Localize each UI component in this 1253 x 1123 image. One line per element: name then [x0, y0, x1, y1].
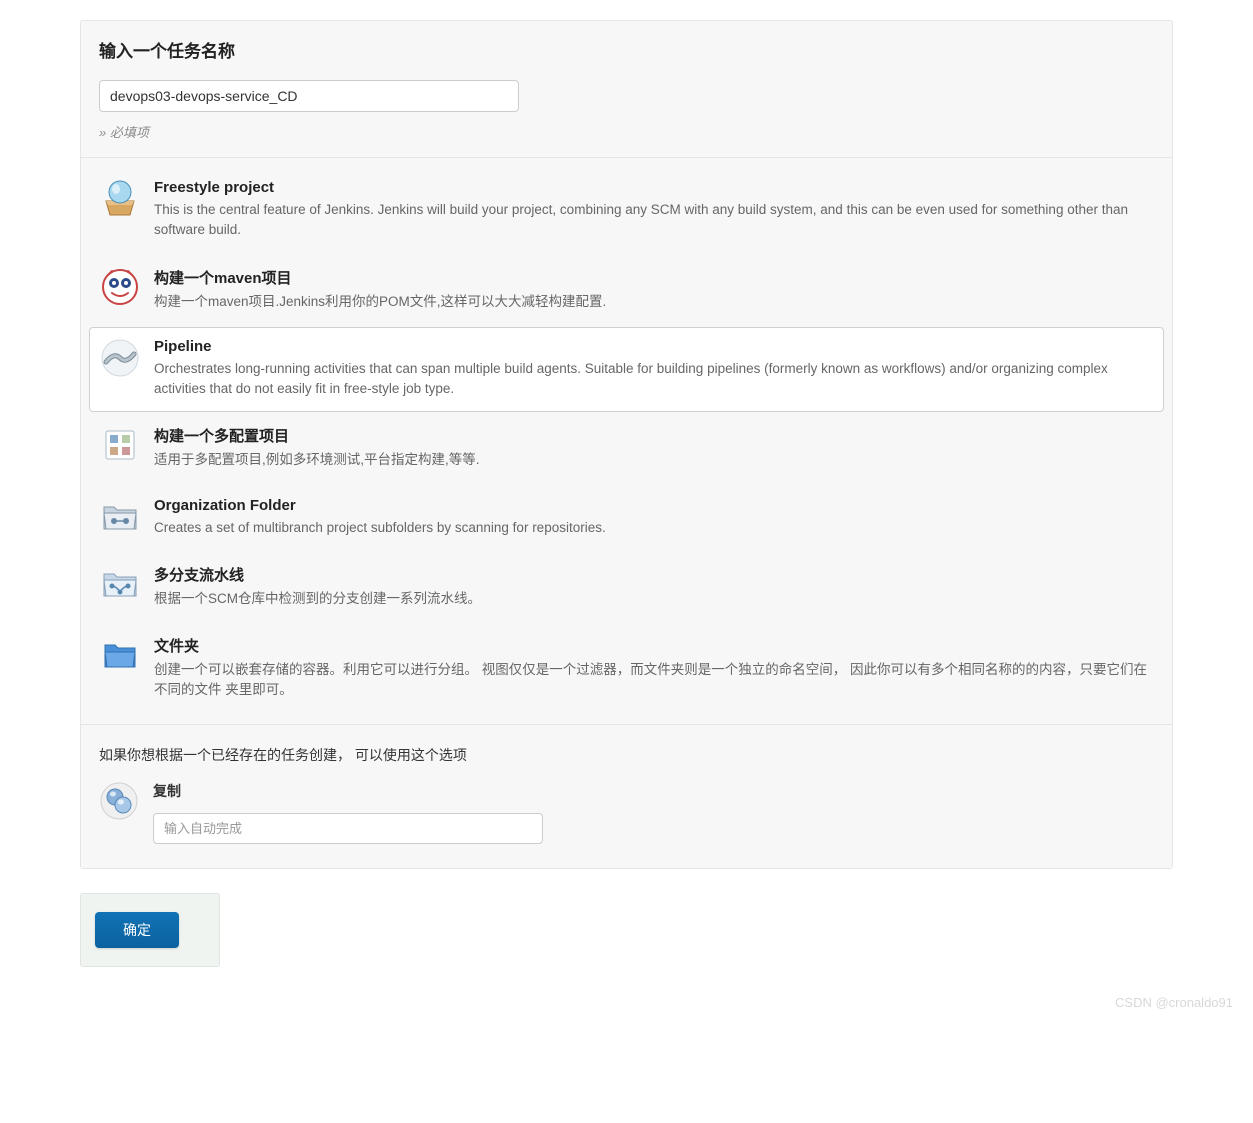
item-type-orgfolder[interactable]: Organization Folder Creates a set of mul…	[89, 486, 1164, 551]
item-desc: Creates a set of multibranch project sub…	[154, 518, 1153, 538]
item-desc: 根据一个SCM仓库中检测到的分支创建一系列流水线。	[154, 589, 1153, 609]
item-body: Freestyle project This is the central fe…	[154, 179, 1153, 241]
item-body: 多分支流水线 根据一个SCM仓库中检测到的分支创建一系列流水线。	[154, 564, 1153, 609]
maven-icon	[100, 267, 140, 307]
item-type-pipeline[interactable]: Pipeline Orchestrates long-running activ…	[89, 327, 1164, 413]
item-body: 文件夹 创建一个可以嵌套存储的容器。利用它可以进行分组。 视图仅仅是一个过滤器，…	[154, 635, 1153, 701]
copy-from-input[interactable]	[153, 813, 543, 844]
required-hint: » 必填项	[99, 122, 1154, 141]
copy-icon	[99, 781, 139, 821]
item-title: Freestyle project	[154, 179, 1153, 196]
watermark: CSDN @cronaldo91	[0, 987, 1253, 1014]
orgfolder-icon	[100, 497, 140, 537]
item-desc: Orchestrates long-running activities tha…	[154, 359, 1153, 400]
item-types-section: Freestyle project This is the central fe…	[81, 158, 1172, 725]
item-body: Pipeline Orchestrates long-running activ…	[154, 338, 1153, 400]
item-desc: This is the central feature of Jenkins. …	[154, 200, 1153, 241]
copy-label: 复制	[153, 781, 1154, 801]
multibranch-icon	[100, 564, 140, 604]
item-title: 构建一个多配置项目	[154, 425, 1153, 446]
item-title: Pipeline	[154, 338, 1153, 355]
page-title: 输入一个任务名称	[99, 37, 1154, 62]
item-desc: 构建一个maven项目.Jenkins利用你的POM文件,这样可以大大减轻构建配…	[154, 292, 1153, 312]
item-body: 构建一个maven项目 构建一个maven项目.Jenkins利用你的POM文件…	[154, 267, 1153, 312]
item-type-maven[interactable]: 构建一个maven项目 构建一个maven项目.Jenkins利用你的POM文件…	[89, 256, 1164, 325]
ok-button[interactable]: 确定	[95, 912, 179, 948]
item-desc: 创建一个可以嵌套存储的容器。利用它可以进行分组。 视图仅仅是一个过滤器，而文件夹…	[154, 660, 1153, 701]
multiconfig-icon	[100, 425, 140, 465]
copy-hint: 如果你想根据一个已经存在的任务创建， 可以使用这个选项	[99, 745, 1154, 765]
item-title: Organization Folder	[154, 497, 1153, 514]
item-body: 构建一个多配置项目 适用于多配置项目,例如多环境测试,平台指定构建,等等.	[154, 425, 1153, 470]
pipeline-icon	[100, 338, 140, 378]
folder-icon	[100, 635, 140, 675]
freestyle-icon	[100, 179, 140, 219]
item-type-folder[interactable]: 文件夹 创建一个可以嵌套存储的容器。利用它可以进行分组。 视图仅仅是一个过滤器，…	[89, 624, 1164, 714]
item-name-input[interactable]	[99, 80, 519, 112]
copy-section: 如果你想根据一个已经存在的任务创建， 可以使用这个选项 复制	[81, 725, 1172, 868]
item-title: 多分支流水线	[154, 564, 1153, 585]
item-desc: 适用于多配置项目,例如多环境测试,平台指定构建,等等.	[154, 450, 1153, 470]
item-type-freestyle[interactable]: Freestyle project This is the central fe…	[89, 168, 1164, 254]
footer-bar: 确定	[80, 893, 220, 967]
item-title: 构建一个maven项目	[154, 267, 1153, 288]
item-title: 文件夹	[154, 635, 1153, 656]
name-section: 输入一个任务名称 » 必填项	[81, 21, 1172, 158]
item-type-multiconfig[interactable]: 构建一个多配置项目 适用于多配置项目,例如多环境测试,平台指定构建,等等.	[89, 414, 1164, 483]
item-body: Organization Folder Creates a set of mul…	[154, 497, 1153, 538]
item-type-multibranch[interactable]: 多分支流水线 根据一个SCM仓库中检测到的分支创建一系列流水线。	[89, 553, 1164, 622]
